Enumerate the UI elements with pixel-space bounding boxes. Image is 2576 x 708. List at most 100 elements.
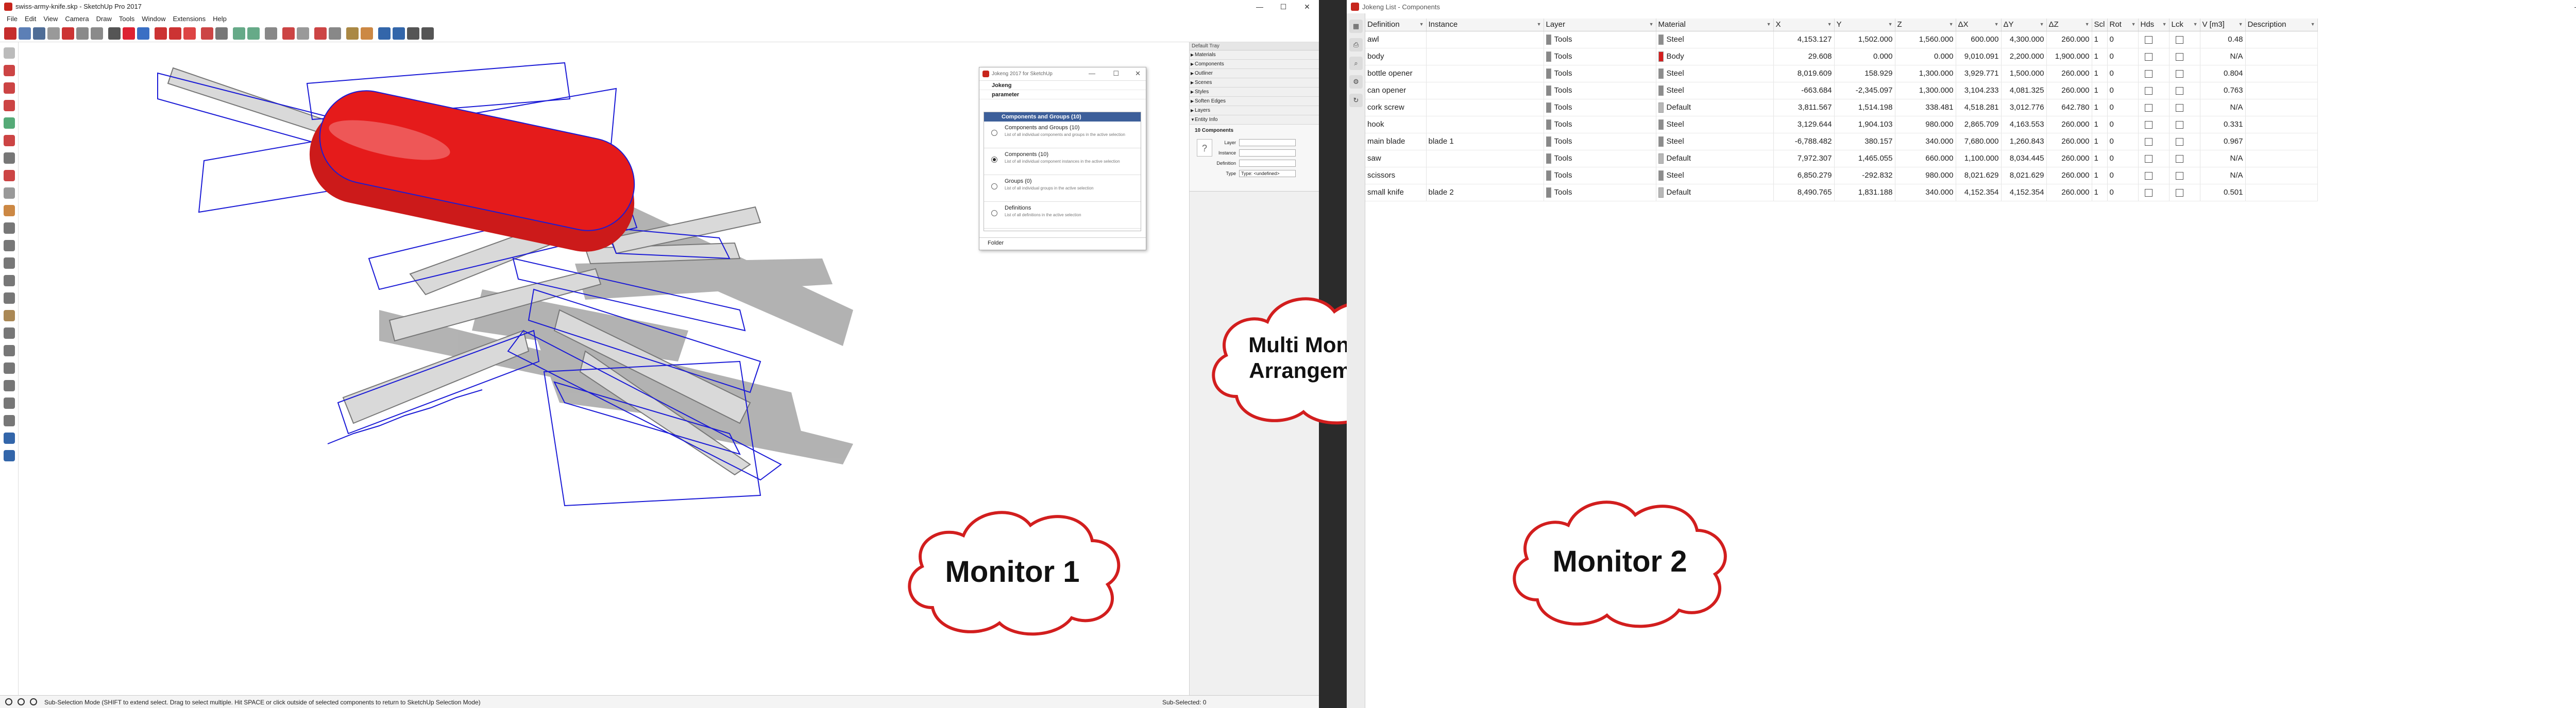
table-row[interactable]: scissors Tools Steel 6,850.279 -292.832 980.0… bbox=[1365, 167, 2318, 184]
cell-instance[interactable] bbox=[1426, 48, 1544, 65]
pencil-icon[interactable] bbox=[155, 27, 167, 40]
cell-desc[interactable] bbox=[2245, 65, 2318, 82]
cell-rot[interactable]: 0 bbox=[2107, 99, 2139, 116]
col-dz[interactable]: ΔZ ▼ bbox=[2046, 19, 2092, 31]
cell-rot[interactable]: 0 bbox=[2107, 31, 2139, 48]
flip-icon[interactable] bbox=[4, 380, 15, 391]
settings-icon[interactable]: ⚙ bbox=[1349, 75, 1363, 89]
cell-v[interactable]: 0.804 bbox=[2200, 65, 2246, 82]
cell-desc[interactable] bbox=[2245, 99, 2318, 116]
cell-dx[interactable]: 1,100.000 bbox=[1956, 150, 2002, 167]
cell-material[interactable]: Default bbox=[1656, 150, 1774, 167]
option-definitions[interactable]: Definitions List of all definitions in t… bbox=[984, 202, 1141, 229]
column-dropdown-icon[interactable]: ▼ bbox=[1419, 22, 1424, 27]
hidden-checkbox[interactable] bbox=[2144, 120, 2153, 129]
cell-y[interactable]: 1,465.055 bbox=[1834, 150, 1895, 167]
refresh-icon[interactable]: ↻ bbox=[1349, 94, 1363, 107]
radio-button[interactable] bbox=[991, 210, 997, 216]
rotate-icon[interactable] bbox=[265, 27, 277, 40]
cell-dy[interactable]: 1,500.000 bbox=[2001, 65, 2047, 82]
col-dx[interactable]: ΔX ▼ bbox=[1956, 19, 2002, 31]
hidden-checkbox[interactable] bbox=[2144, 154, 2153, 163]
cell-v[interactable]: N/A bbox=[2200, 167, 2246, 184]
menu-window[interactable]: Window bbox=[138, 13, 169, 25]
cell-desc[interactable] bbox=[2245, 116, 2318, 133]
cell-scl[interactable]: 1 bbox=[2092, 99, 2108, 116]
info-icon[interactable] bbox=[5, 698, 12, 705]
axes-tool-icon[interactable] bbox=[4, 222, 15, 234]
cell-dy[interactable]: 4,152.354 bbox=[2001, 184, 2047, 201]
cell-scl[interactable]: 1 bbox=[2092, 184, 2108, 201]
text-tool-icon[interactable] bbox=[4, 205, 15, 216]
cell-lck[interactable] bbox=[2169, 31, 2200, 48]
cell-lck[interactable] bbox=[2169, 82, 2200, 99]
cell-layer[interactable]: Tools bbox=[1544, 31, 1656, 48]
cell-z[interactable]: 660.000 bbox=[1895, 150, 1956, 167]
cell-y[interactable]: 158.929 bbox=[1834, 65, 1895, 82]
cell-v[interactable]: N/A bbox=[2200, 48, 2246, 65]
cell-material[interactable]: Steel bbox=[1656, 65, 1774, 82]
cell-x[interactable]: 3,129.644 bbox=[1773, 116, 1835, 133]
cell-instance[interactable] bbox=[1426, 82, 1544, 99]
arc-icon[interactable] bbox=[201, 27, 213, 40]
pan-tool-icon[interactable] bbox=[4, 275, 15, 286]
cell-hds[interactable] bbox=[2138, 133, 2170, 150]
col-hds[interactable]: Hds ▼ bbox=[2138, 19, 2170, 31]
column-dropdown-icon[interactable]: ▼ bbox=[1537, 22, 1541, 27]
cell-instance[interactable] bbox=[1426, 99, 1544, 116]
cell-definition[interactable]: body bbox=[1365, 48, 1427, 65]
definition-input[interactable] bbox=[1239, 160, 1296, 167]
hidden-checkbox[interactable] bbox=[2144, 70, 2153, 78]
tray-components[interactable]: ▶ Components bbox=[1190, 60, 1319, 69]
hidden-checkbox[interactable] bbox=[2144, 36, 2153, 44]
cell-instance[interactable]: blade 2 bbox=[1426, 184, 1544, 201]
cell-material[interactable]: Default bbox=[1656, 99, 1774, 116]
table-row[interactable]: can opener Tools Steel -663.684 -2,345.097 1,… bbox=[1365, 82, 2318, 99]
cell-v[interactable]: 0.763 bbox=[2200, 82, 2246, 99]
cell-definition[interactable]: bottle opener bbox=[1365, 65, 1427, 82]
cell-desc[interactable] bbox=[2245, 150, 2318, 167]
eraser-icon[interactable] bbox=[169, 27, 181, 40]
open-file-icon[interactable] bbox=[19, 27, 31, 40]
tray-entity-info[interactable]: ▼ Entity Info bbox=[1190, 115, 1319, 125]
table-row[interactable]: bottle opener Tools Steel 8,019.609 158.929 1… bbox=[1365, 65, 2318, 82]
cell-scl[interactable]: 1 bbox=[2092, 31, 2108, 48]
column-dropdown-icon[interactable]: ▼ bbox=[2162, 22, 2167, 27]
instance-input[interactable] bbox=[1239, 149, 1296, 157]
menu-help[interactable]: Help bbox=[209, 13, 230, 25]
cell-lck[interactable] bbox=[2169, 167, 2200, 184]
dialog-close-button[interactable]: ✕ bbox=[1135, 70, 1141, 78]
cell-hds[interactable] bbox=[2138, 65, 2170, 82]
cell-instance[interactable] bbox=[1426, 116, 1544, 133]
cell-material[interactable]: Steel bbox=[1656, 31, 1774, 48]
column-dropdown-icon[interactable]: ▼ bbox=[1649, 22, 1654, 27]
radio-button[interactable] bbox=[991, 183, 997, 189]
cell-dx[interactable]: 600.000 bbox=[1956, 31, 2002, 48]
cell-hds[interactable] bbox=[2138, 31, 2170, 48]
cell-x[interactable]: -663.684 bbox=[1773, 82, 1835, 99]
offset-icon[interactable] bbox=[297, 27, 309, 40]
cell-z[interactable]: 340.000 bbox=[1895, 133, 1956, 150]
cell-lck[interactable] bbox=[2169, 65, 2200, 82]
cell-v[interactable]: N/A bbox=[2200, 150, 2246, 167]
orbit-icon[interactable] bbox=[361, 27, 373, 40]
grid-view-icon[interactable]: ▦ bbox=[1349, 20, 1363, 33]
cell-material[interactable]: Steel bbox=[1656, 82, 1774, 99]
cell-y[interactable]: 1,514.198 bbox=[1834, 99, 1895, 116]
cell-v[interactable]: 0.501 bbox=[2200, 184, 2246, 201]
cell-dy[interactable]: 4,163.553 bbox=[2001, 116, 2047, 133]
cell-instance[interactable] bbox=[1426, 150, 1544, 167]
table-row[interactable]: saw Tools Default 7,972.307 1,465.055 660.000… bbox=[1365, 150, 2318, 167]
cell-z[interactable]: 0.000 bbox=[1895, 48, 1956, 65]
move-icon[interactable] bbox=[247, 27, 260, 40]
credits-icon[interactable] bbox=[30, 698, 37, 705]
cell-x[interactable]: 4,153.127 bbox=[1773, 31, 1835, 48]
menu-view[interactable]: View bbox=[40, 13, 61, 25]
cell-definition[interactable]: cork screw bbox=[1365, 99, 1427, 116]
cell-lck[interactable] bbox=[2169, 150, 2200, 167]
section-tool-icon[interactable] bbox=[4, 240, 15, 251]
select-arrow-icon[interactable] bbox=[137, 27, 149, 40]
locked-checkbox[interactable] bbox=[2175, 36, 2183, 44]
table-row[interactable]: small knife blade 2 Tools Default 8,490.765 1… bbox=[1365, 184, 2318, 201]
locked-checkbox[interactable] bbox=[2175, 137, 2183, 146]
